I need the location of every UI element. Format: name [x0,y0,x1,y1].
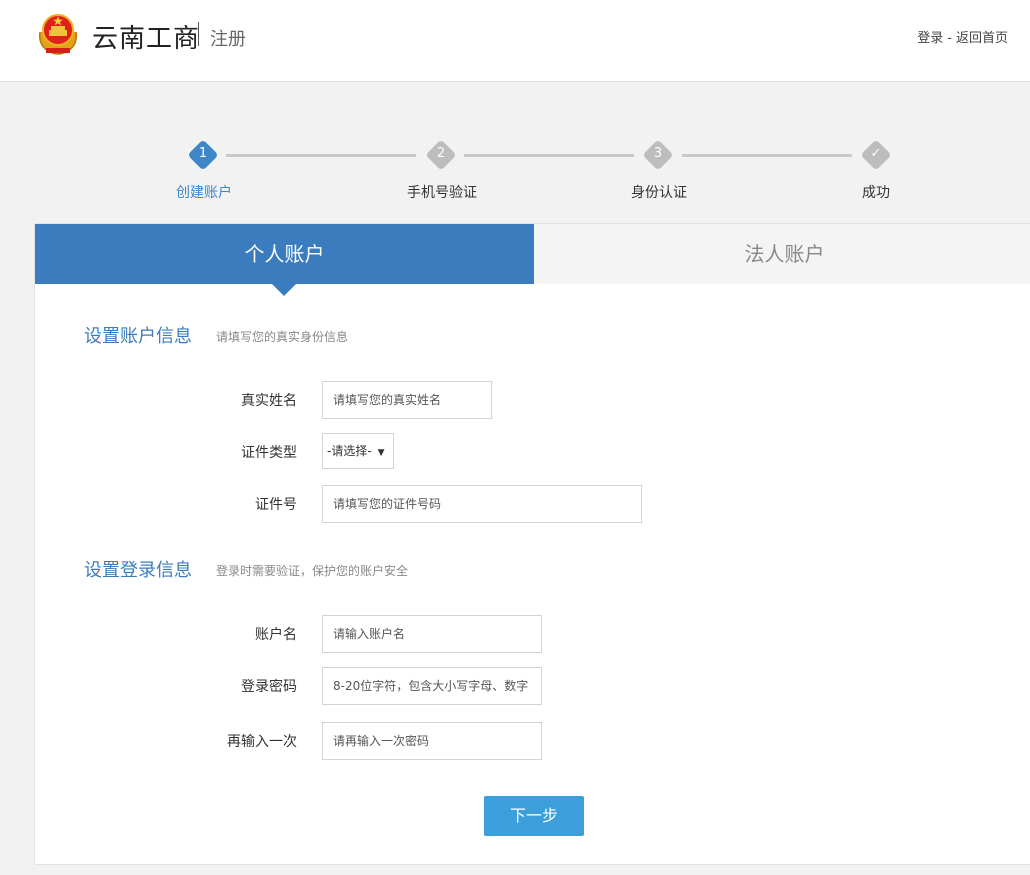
section-title-login-info: 设置登录信息 [84,560,192,581]
link-separator: - [947,31,952,46]
active-tab-pointer [271,283,297,296]
step-2-number: 2 [436,146,446,161]
id-type-select[interactable]: -请选择- ▼ [322,433,394,469]
step-1-label: 创建账户 [176,185,232,201]
step-2-label: 手机号验证 [407,185,477,201]
login-link[interactable]: 登录 [917,31,943,46]
username-label: 账户名 [255,627,297,643]
step-3-number: 3 [653,146,663,161]
page-subtitle: 注册 [210,29,246,50]
home-link[interactable]: 返回首页 [956,31,1008,46]
tab-corporate-account[interactable]: 法人账户 [534,224,1030,284]
real-name-input[interactable]: 请填写您的真实姓名 [322,381,492,419]
id-number-label: 证件号 [255,497,297,513]
next-step-button[interactable]: 下一步 [484,796,584,836]
confirm-password-input[interactable]: 请再输入一次密码 [322,722,542,760]
checkmark-icon: ✓ [870,146,882,161]
username-input[interactable]: 请输入账户名 [322,615,542,653]
top-links: 登录 - 返回首页 [917,27,1008,46]
section-subtitle-login-info: 登录时需要验证，保护您的账户安全 [216,564,409,578]
national-emblem-logo [38,14,78,55]
id-number-input[interactable]: 请填写您的证件号码 [322,485,642,523]
password-input[interactable]: 8-20位字符，包含大小写字母、数字 [322,667,542,705]
real-name-label: 真实姓名 [241,393,297,409]
step-connector [682,154,852,157]
confirm-password-label: 再输入一次 [227,734,297,750]
tab-personal-account[interactable]: 个人账户 [35,224,534,284]
top-header: 云南工商 注册 登录 - 返回首页 [0,0,1030,82]
step-connector [226,154,416,157]
step-connector [464,154,634,157]
section-title-account-info: 设置账户信息 [84,326,192,347]
step-1-number: 1 [198,146,208,161]
id-type-value: -请选择- [327,444,372,458]
site-brand: 云南工商 [92,24,201,54]
registration-form-card: 个人账户 法人账户 设置账户信息 请填写您的真实身份信息 真实姓名 请填写您的真… [34,223,1030,865]
dropdown-arrow-icon: ▼ [377,448,385,458]
section-subtitle-account-info: 请填写您的真实身份信息 [216,330,349,344]
brand-divider [198,22,199,46]
id-type-label: 证件类型 [241,445,297,461]
step-3-label: 身份认证 [631,185,687,201]
step-4-label: 成功 [862,185,890,201]
password-label: 登录密码 [241,679,297,695]
registration-progress: 1 创建账户 2 手机号验证 3 身份认证 ✓ 成功 [0,139,1030,201]
